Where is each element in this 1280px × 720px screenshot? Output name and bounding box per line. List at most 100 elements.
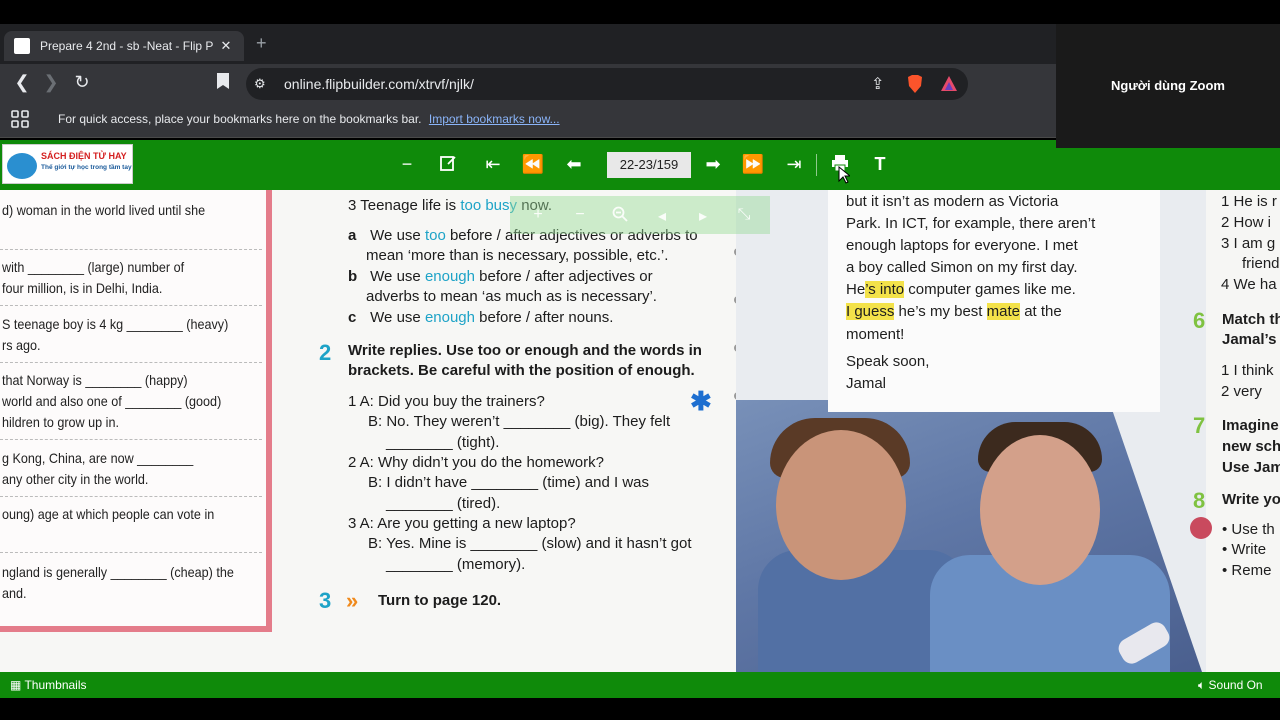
divider bbox=[0, 552, 262, 553]
divider bbox=[0, 249, 262, 250]
far-right-heading: Write yo bbox=[1222, 491, 1280, 508]
bookmark-icon[interactable] bbox=[212, 72, 234, 95]
flipbook-spread[interactable]: d) woman in the world lived until she wi… bbox=[0, 190, 1280, 672]
keyword-too-busy: too busy bbox=[460, 197, 518, 214]
left-line: S teenage boy is 4 kg ________ (heavy) bbox=[2, 316, 229, 332]
fit-icon[interactable]: ⤡ bbox=[734, 206, 754, 224]
back-icon[interactable]: ❮ bbox=[11, 72, 33, 93]
tab-title: Prepare 4 2nd - sb -Neat - Flip P bbox=[40, 39, 214, 53]
left-line: hildren to grow up in. bbox=[2, 414, 119, 430]
far-right-line: 2 How i bbox=[1221, 214, 1272, 231]
zoom-in-icon[interactable]: + bbox=[528, 206, 548, 224]
edit-icon[interactable] bbox=[435, 154, 461, 177]
pan-right-icon[interactable]: ▸ bbox=[693, 206, 713, 226]
far-right-line: friend bbox=[1242, 255, 1280, 272]
far-right-line: 1 He is r bbox=[1221, 193, 1277, 210]
rewards-icon[interactable] bbox=[940, 75, 958, 98]
exercise-2-heading-cont: brackets. Be careful with the position o… bbox=[348, 362, 695, 379]
left-line: d) woman in the world lived until she bbox=[2, 202, 206, 218]
far-right-heading: Jamal’s bbox=[1222, 331, 1277, 348]
left-line: any other city in the world. bbox=[2, 471, 149, 487]
left-line: g Kong, China, are now ________ bbox=[2, 450, 194, 466]
far-right-line: 1 I think bbox=[1221, 362, 1274, 379]
page-indicator[interactable]: 22-23/159 bbox=[607, 152, 691, 178]
letter-line-6: I guess he’s my best mate at the bbox=[846, 303, 1062, 320]
star-icon: ✱ bbox=[690, 386, 712, 416]
magnifier-icon[interactable] bbox=[610, 206, 630, 227]
share-icon[interactable]: ⇪ bbox=[871, 74, 884, 94]
letter-line: Jamal bbox=[846, 375, 887, 392]
brave-icon[interactable] bbox=[906, 74, 924, 99]
photo-boy1-face bbox=[776, 430, 906, 580]
bookmarks-hint: For quick access, place your bookmarks h… bbox=[58, 112, 560, 126]
divider bbox=[0, 362, 262, 363]
forward-icon[interactable]: ❯ bbox=[40, 72, 62, 93]
rule-c-text2: before / after nouns. bbox=[479, 309, 614, 326]
section-6-number: 6 bbox=[1193, 308, 1206, 333]
text-icon[interactable]: T bbox=[867, 154, 893, 175]
checkmark-icon bbox=[1190, 517, 1212, 539]
first-page-icon[interactable]: ⇤ bbox=[480, 154, 506, 175]
new-tab-icon[interactable]: + bbox=[256, 33, 267, 54]
letter-line: a boy called Simon on my first day. bbox=[846, 259, 1078, 276]
site-info-icon[interactable]: ⚙ bbox=[254, 76, 266, 92]
left-line: and. bbox=[2, 585, 27, 601]
thumbnails-button[interactable]: ▦ Thumbnails bbox=[10, 678, 87, 692]
tab-close-icon[interactable]: ✕ bbox=[216, 38, 236, 54]
question-1a: 1 A: Did you buy the trainers? bbox=[348, 393, 545, 410]
zoom-out-small-icon[interactable]: − bbox=[570, 206, 590, 224]
letter-line: Speak soon, bbox=[846, 353, 930, 370]
rule-b-text2: before / after adjectives or bbox=[479, 268, 653, 285]
letter-text: at the bbox=[1024, 303, 1062, 320]
highlight-phrase: I guess bbox=[846, 303, 895, 320]
exercise-3-text: Turn to page 120. bbox=[378, 592, 502, 609]
bookmarks-hint-text: For quick access, place your bookmarks h… bbox=[58, 112, 422, 126]
far-right-bullet: • Use th bbox=[1222, 521, 1275, 538]
question-3a: 3 A: Are you getting a new laptop? bbox=[348, 515, 576, 532]
left-line: four million, is in Delhi, India. bbox=[2, 280, 163, 296]
far-right-heading: Imagine bbox=[1222, 417, 1279, 434]
letter-text: He bbox=[846, 281, 866, 298]
sound-button[interactable]: 🔈︎ Sound On bbox=[1198, 678, 1263, 693]
arrows-icon: » bbox=[346, 588, 359, 613]
next-fast-icon[interactable]: ⏩ bbox=[740, 154, 766, 175]
letter-line: Park. In ICT, for example, there aren’t bbox=[846, 215, 1096, 232]
next-page-icon[interactable]: ➡ bbox=[700, 154, 726, 175]
keyword-too: too bbox=[424, 227, 446, 244]
divider bbox=[0, 305, 262, 306]
far-right-line: 3 I am g bbox=[1221, 235, 1276, 252]
far-right-line: 2 very bbox=[1221, 383, 1262, 400]
last-page-icon[interactable]: ⇥ bbox=[781, 154, 807, 175]
section-8-number: 8 bbox=[1193, 488, 1206, 513]
question-2b: B: I didn’t have ________ (time) and I w… bbox=[368, 474, 650, 491]
letter-line: moment! bbox=[846, 326, 905, 343]
url-text[interactable]: online.flipbuilder.com/xtrvf/njlk/ bbox=[284, 76, 474, 92]
bottom-black-band bbox=[0, 698, 1280, 720]
mouse-cursor bbox=[838, 165, 852, 189]
logo-subtitle: Thế giới tự học trong tầm tay bbox=[41, 164, 132, 171]
question-1c: ________ (tight). bbox=[386, 434, 500, 451]
pan-left-icon[interactable]: ◂ bbox=[652, 206, 672, 226]
divider bbox=[0, 439, 262, 440]
zoom-out-icon[interactable]: − bbox=[394, 154, 420, 175]
reload-icon[interactable]: ↻ bbox=[71, 72, 93, 93]
rule-b: b We use enough before / after adjective… bbox=[348, 268, 653, 285]
apps-icon[interactable] bbox=[11, 110, 29, 133]
highlight-phrase: ’s into bbox=[865, 281, 905, 298]
keyword-enough: enough bbox=[424, 309, 475, 326]
prev-page-icon[interactable]: ⬅ bbox=[561, 154, 587, 175]
far-right-heading: new sch bbox=[1222, 438, 1280, 455]
import-bookmarks-link[interactable]: Import bookmarks now... bbox=[429, 112, 560, 126]
letter-line: enough laptops for everyone. I met bbox=[846, 237, 1078, 254]
rule-c-letter: c bbox=[348, 309, 357, 326]
logo-title: SÁCH ĐIỆN TỬ HAY bbox=[41, 151, 127, 161]
prev-fast-icon[interactable]: ⏪ bbox=[520, 154, 546, 175]
thumbnails-icon: ▦ bbox=[10, 678, 22, 692]
far-right-heading: Match th bbox=[1222, 311, 1280, 328]
browser-tab[interactable]: Prepare 4 2nd - sb -Neat - Flip P ✕ bbox=[4, 31, 244, 61]
exercise-2-number: 2 bbox=[319, 340, 332, 365]
site-logo[interactable]: SÁCH ĐIỆN TỬ HAY Thế giới tự học trong t… bbox=[2, 144, 133, 184]
rule-c: c We use enough before / after nouns. bbox=[348, 309, 613, 326]
example-3-text: 3 Teenage life is bbox=[348, 197, 457, 214]
far-right-heading: Use Jam bbox=[1222, 459, 1280, 476]
